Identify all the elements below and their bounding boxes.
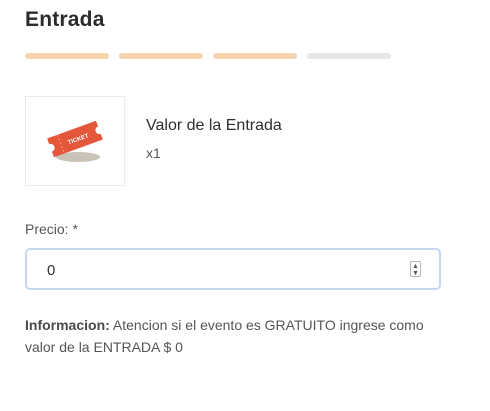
number-spinner[interactable]: ▲ ▼	[410, 261, 421, 277]
progress-step-2	[119, 53, 203, 59]
spin-up-icon[interactable]: ▲	[412, 263, 419, 270]
spin-down-icon[interactable]: ▼	[412, 270, 419, 277]
progress-step-1	[25, 53, 109, 59]
ticket-quantity: x1	[146, 145, 161, 161]
progress-step-3	[213, 53, 297, 59]
price-field: ▲ ▼	[25, 248, 441, 290]
price-input[interactable]	[45, 258, 389, 282]
info-label: Informacion:	[25, 317, 110, 333]
ticket-icon: TICKET	[47, 120, 103, 162]
ticket-image: TICKET	[25, 96, 125, 186]
price-label: Precio: *	[25, 221, 78, 237]
progress-step-4	[307, 53, 391, 59]
progress-steps	[25, 53, 391, 59]
info-text: Informacion: Atencion si el evento es GR…	[25, 314, 455, 358]
page-title: Entrada	[25, 8, 105, 31]
ticket-name: Valor de la Entrada	[146, 117, 282, 134]
